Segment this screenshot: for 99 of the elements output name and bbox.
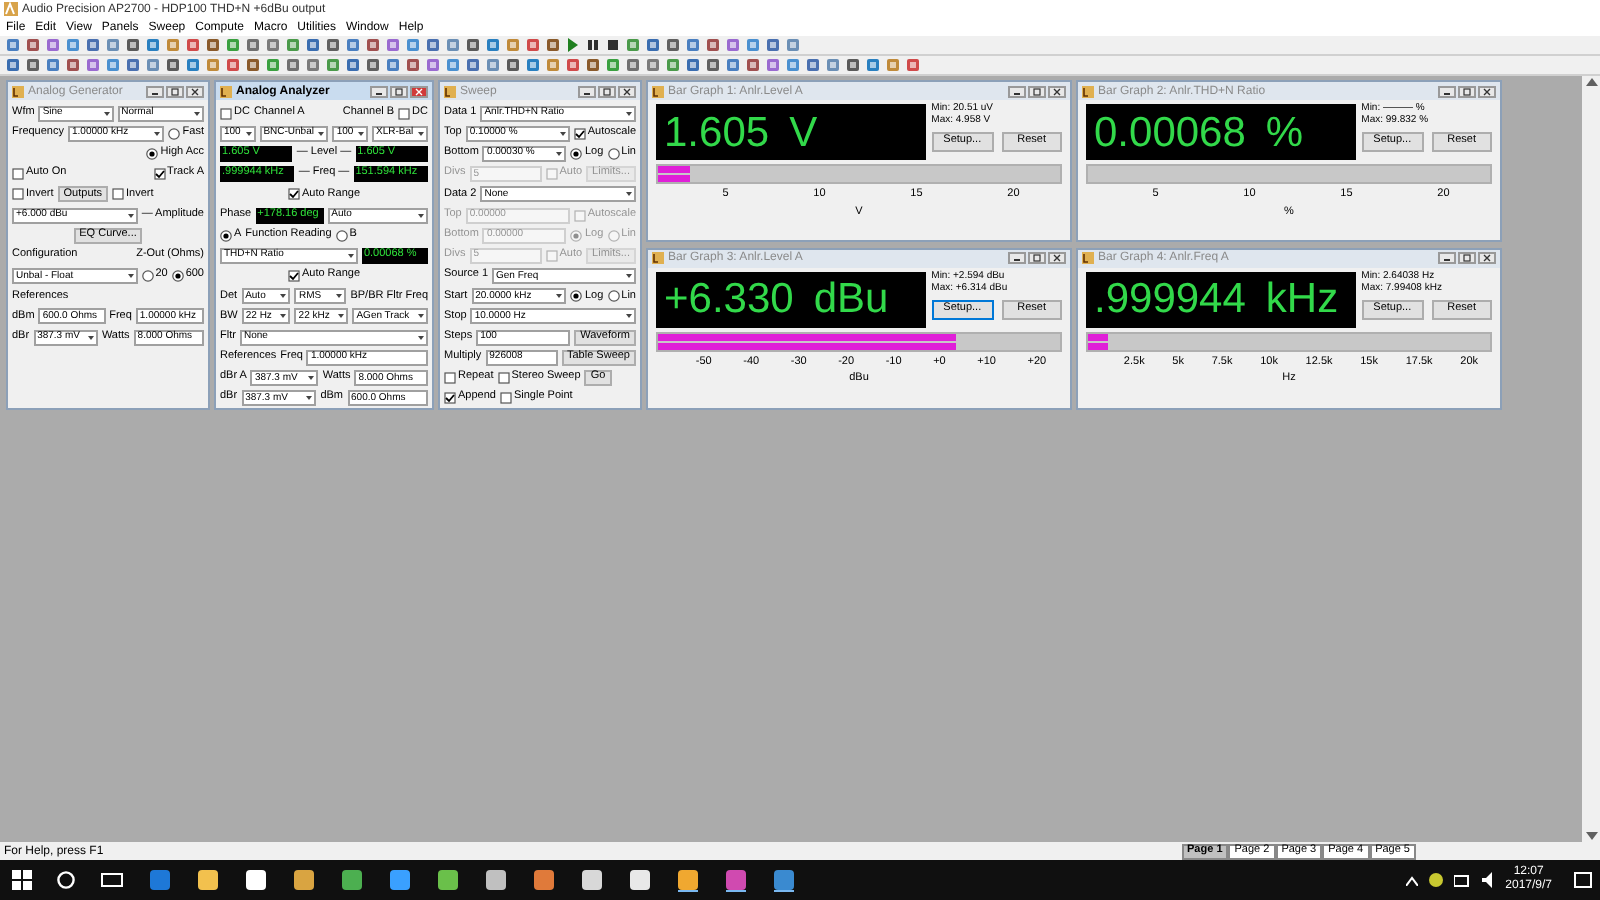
minimize-icon[interactable] xyxy=(146,85,164,97)
minimize-icon[interactable] xyxy=(1008,252,1026,264)
caret-icon xyxy=(626,111,632,116)
caret-icon xyxy=(418,335,424,340)
app-icon[interactable] xyxy=(628,868,652,892)
app-icon[interactable] xyxy=(676,868,700,892)
reading-display: .999944 kHz xyxy=(1086,271,1356,327)
caret-icon xyxy=(347,253,354,258)
caret-icon xyxy=(103,111,110,116)
checkbox[interactable] xyxy=(573,127,586,140)
search-icon[interactable] xyxy=(56,870,76,890)
checkbox[interactable] xyxy=(12,188,24,201)
reading-display: 1.605 V xyxy=(656,104,926,160)
reading-display: 0.00068 % xyxy=(1086,104,1356,160)
caret-icon xyxy=(245,131,252,136)
tray-chevron-icon[interactable] xyxy=(1405,875,1418,885)
radio-button[interactable] xyxy=(171,270,184,283)
checkbox[interactable] xyxy=(153,168,166,181)
minimize-icon[interactable] xyxy=(1438,85,1456,97)
checkbox[interactable] xyxy=(499,392,512,405)
panel-logo-icon xyxy=(12,85,24,97)
caret-icon xyxy=(318,131,325,136)
caret-icon xyxy=(127,213,134,218)
radio-button[interactable] xyxy=(168,127,181,140)
caret-icon xyxy=(626,314,632,319)
app-icon[interactable] xyxy=(340,868,364,892)
app-icon[interactable] xyxy=(484,868,508,892)
task-view-icon[interactable] xyxy=(100,870,124,890)
caret-icon xyxy=(306,396,313,401)
app-icon[interactable] xyxy=(292,868,316,892)
notification-icon[interactable] xyxy=(1574,871,1592,889)
caret-icon xyxy=(280,314,287,319)
app-icon[interactable] xyxy=(772,868,796,892)
app-icon[interactable] xyxy=(244,868,268,892)
app-icon[interactable] xyxy=(388,868,412,892)
checkbox[interactable] xyxy=(497,372,510,385)
checkbox[interactable] xyxy=(287,270,300,283)
panel-logo-icon xyxy=(652,252,664,264)
caret-icon xyxy=(338,314,345,319)
app-icon[interactable] xyxy=(436,868,460,892)
caret-icon xyxy=(280,294,287,299)
caret-icon xyxy=(556,294,563,299)
close-icon[interactable] xyxy=(1478,252,1496,264)
radio-button[interactable] xyxy=(607,147,620,160)
caret-icon xyxy=(626,274,632,279)
checkbox[interactable] xyxy=(398,107,411,120)
minimize-icon[interactable] xyxy=(370,85,388,97)
radio-button[interactable] xyxy=(141,270,154,283)
caret-icon xyxy=(87,335,94,340)
panel-logo-icon xyxy=(1082,252,1094,264)
reading-display: +6.330 dBu xyxy=(656,271,926,327)
checkbox[interactable] xyxy=(112,188,125,201)
close-icon[interactable] xyxy=(186,85,204,97)
caret-icon xyxy=(556,151,563,156)
speaker-icon[interactable] xyxy=(1479,872,1496,888)
close-icon[interactable] xyxy=(1048,252,1066,264)
panel-logo-icon xyxy=(1082,85,1094,97)
app-icon[interactable] xyxy=(532,868,556,892)
caret-icon xyxy=(417,314,424,319)
panel-logo-icon xyxy=(444,85,456,97)
checkbox[interactable] xyxy=(220,107,232,120)
app-icon[interactable] xyxy=(196,868,220,892)
app-icon[interactable] xyxy=(724,868,748,892)
radio-button[interactable] xyxy=(220,229,232,242)
minimize-icon[interactable] xyxy=(1438,252,1456,264)
close-icon[interactable] xyxy=(618,85,636,97)
minimize-icon[interactable] xyxy=(578,85,596,97)
caret-icon xyxy=(127,274,134,279)
close-icon[interactable] xyxy=(1048,85,1066,97)
caret-icon xyxy=(194,111,201,116)
checkbox[interactable] xyxy=(287,188,300,201)
caret-icon xyxy=(626,192,632,197)
pause-icon[interactable] xyxy=(586,38,600,52)
minimize-icon[interactable] xyxy=(1008,85,1026,97)
caret-icon xyxy=(308,376,315,381)
app-icon[interactable] xyxy=(580,868,604,892)
close-icon[interactable] xyxy=(410,85,428,97)
battery-icon[interactable] xyxy=(1453,872,1470,888)
panel-logo-icon xyxy=(220,85,232,97)
stop-icon[interactable] xyxy=(606,38,620,52)
caret-icon xyxy=(358,131,365,136)
vertical-scrollbar[interactable] xyxy=(1582,76,1600,842)
caret-icon xyxy=(559,131,566,136)
caret-icon xyxy=(418,213,424,218)
checkbox[interactable] xyxy=(444,372,456,385)
radio-button[interactable] xyxy=(570,147,583,160)
radio-button[interactable] xyxy=(607,290,620,303)
caret-icon xyxy=(417,131,424,136)
close-icon[interactable] xyxy=(1478,85,1496,97)
caret-icon xyxy=(154,131,161,136)
checkbox[interactable] xyxy=(12,168,24,181)
checkbox[interactable] xyxy=(444,392,456,405)
radio-button[interactable] xyxy=(570,290,583,303)
panel-logo-icon xyxy=(652,85,664,97)
windows-start-icon[interactable] xyxy=(12,870,32,890)
caret-icon xyxy=(336,294,343,299)
tray-icon[interactable] xyxy=(1427,872,1444,888)
radio-button[interactable] xyxy=(335,229,348,242)
radio-button[interactable] xyxy=(146,147,159,160)
